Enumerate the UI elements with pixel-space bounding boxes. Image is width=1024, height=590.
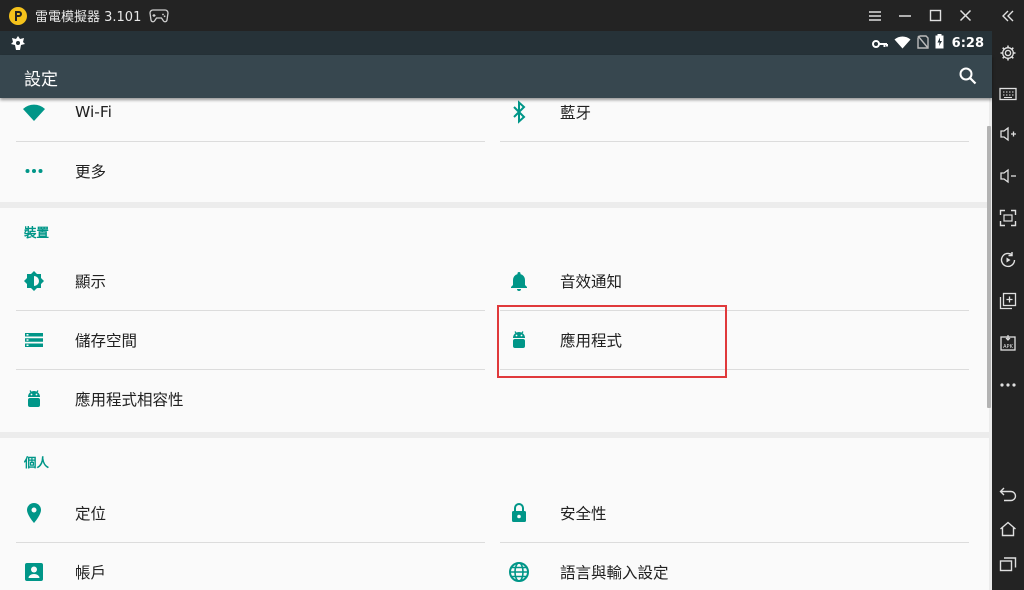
- volume-down-icon[interactable]: [992, 160, 1024, 192]
- fullscreen-icon[interactable]: [992, 202, 1024, 234]
- more-options-icon[interactable]: [992, 369, 1024, 401]
- bell-icon: [507, 269, 531, 293]
- settings-gear-icon[interactable]: [992, 37, 1024, 69]
- settings-item-bluetooth[interactable]: 藍牙: [485, 98, 955, 141]
- settings-item-label: 定位: [75, 504, 107, 523]
- brightness-icon: [22, 269, 46, 293]
- back-icon[interactable]: [992, 478, 1024, 510]
- settings-item-label: 顯示: [75, 272, 107, 291]
- wireless-section-card: Wi-Fi 藍牙 更多: [0, 98, 989, 202]
- home-icon[interactable]: [992, 513, 1024, 545]
- device-section-card: 裝置 顯示 音效通知 儲存空間 應用程式 應用程式相容性: [0, 208, 989, 432]
- lock-icon: [507, 501, 531, 525]
- search-icon[interactable]: [958, 66, 978, 90]
- account-icon: [22, 560, 46, 584]
- settings-item-app-compatibility[interactable]: 應用程式相容性: [0, 369, 470, 428]
- settings-item-display[interactable]: 顯示: [0, 251, 470, 310]
- notification-app-icon: [10, 35, 26, 55]
- collapse-chevron-icon[interactable]: [992, 0, 1024, 32]
- settings-item-location[interactable]: 定位: [0, 483, 470, 542]
- emulator-titlebar: 雷電模擬器 3.101: [0, 0, 992, 31]
- wifi-signal-icon: [894, 34, 911, 53]
- settings-item-label: Wi-Fi: [75, 102, 112, 121]
- gamepad-icon[interactable]: [149, 8, 170, 23]
- svg-text:APK: APK: [1003, 344, 1013, 350]
- globe-icon: [507, 560, 531, 584]
- bluetooth-icon: [507, 99, 531, 124]
- settings-item-label: 安全性: [560, 504, 607, 523]
- emulator-side-toolbar: APK: [992, 0, 1024, 590]
- settings-item-sound-notification[interactable]: 音效通知: [485, 251, 955, 310]
- clock-time: 6:28: [951, 35, 984, 51]
- highlight-box-apps: [497, 305, 727, 378]
- storage-icon: [22, 328, 46, 352]
- multi-instance-icon[interactable]: [992, 285, 1024, 317]
- settings-item-label: 帳戶: [75, 563, 107, 582]
- volume-up-icon[interactable]: [992, 118, 1024, 150]
- settings-item-label: 藍牙: [560, 103, 592, 122]
- location-icon: [22, 501, 46, 525]
- section-header-personal: 個人: [24, 455, 50, 470]
- keyboard-icon[interactable]: [992, 78, 1024, 110]
- settings-item-label: 更多: [75, 162, 107, 181]
- settings-list: Wi-Fi 藍牙 更多 裝置 顯示 音效通知 儲存空間 應用程式 應用程式相容性…: [0, 98, 992, 590]
- settings-item-security[interactable]: 安全性: [485, 483, 955, 542]
- battery-charging-icon: [935, 33, 944, 53]
- vpn-key-icon: [871, 34, 888, 53]
- settings-item-label: 應用程式相容性: [75, 390, 184, 409]
- page-title: 設定: [24, 70, 58, 90]
- no-sim-icon: [916, 34, 929, 53]
- divider: [500, 141, 969, 142]
- settings-item-more[interactable]: 更多: [0, 141, 470, 200]
- more-dots-icon: [22, 159, 46, 183]
- recent-apps-icon[interactable]: [992, 548, 1024, 580]
- settings-item-wifi[interactable]: Wi-Fi: [0, 98, 470, 141]
- personal-section-card: 個人 定位 安全性 帳戶 語言與輸入設定: [0, 438, 989, 590]
- section-header-device: 裝置: [24, 225, 50, 240]
- rotate-screen-icon[interactable]: [992, 244, 1024, 276]
- settings-item-storage[interactable]: 儲存空間: [0, 310, 470, 369]
- settings-item-label: 儲存空間: [75, 331, 138, 350]
- close-button[interactable]: [950, 0, 980, 31]
- wifi-icon: [22, 100, 46, 124]
- app-logo-icon: [9, 6, 27, 25]
- settings-item-label: 語言與輸入設定: [560, 563, 669, 582]
- maximize-button[interactable]: [920, 0, 950, 31]
- settings-item-label: 音效通知: [560, 272, 623, 291]
- settings-item-language-input[interactable]: 語言與輸入設定: [485, 542, 955, 590]
- apk-install-icon[interactable]: APK: [992, 327, 1024, 359]
- scrollbar[interactable]: [987, 126, 991, 408]
- android-status-bar: 6:28: [0, 31, 992, 55]
- android-icon: [22, 387, 46, 411]
- menu-button[interactable]: [860, 0, 890, 31]
- window-title: 雷電模擬器 3.101: [35, 10, 142, 25]
- minimize-button[interactable]: [890, 0, 920, 31]
- settings-item-accounts[interactable]: 帳戶: [0, 542, 470, 590]
- settings-toolbar: 設定: [0, 55, 992, 98]
